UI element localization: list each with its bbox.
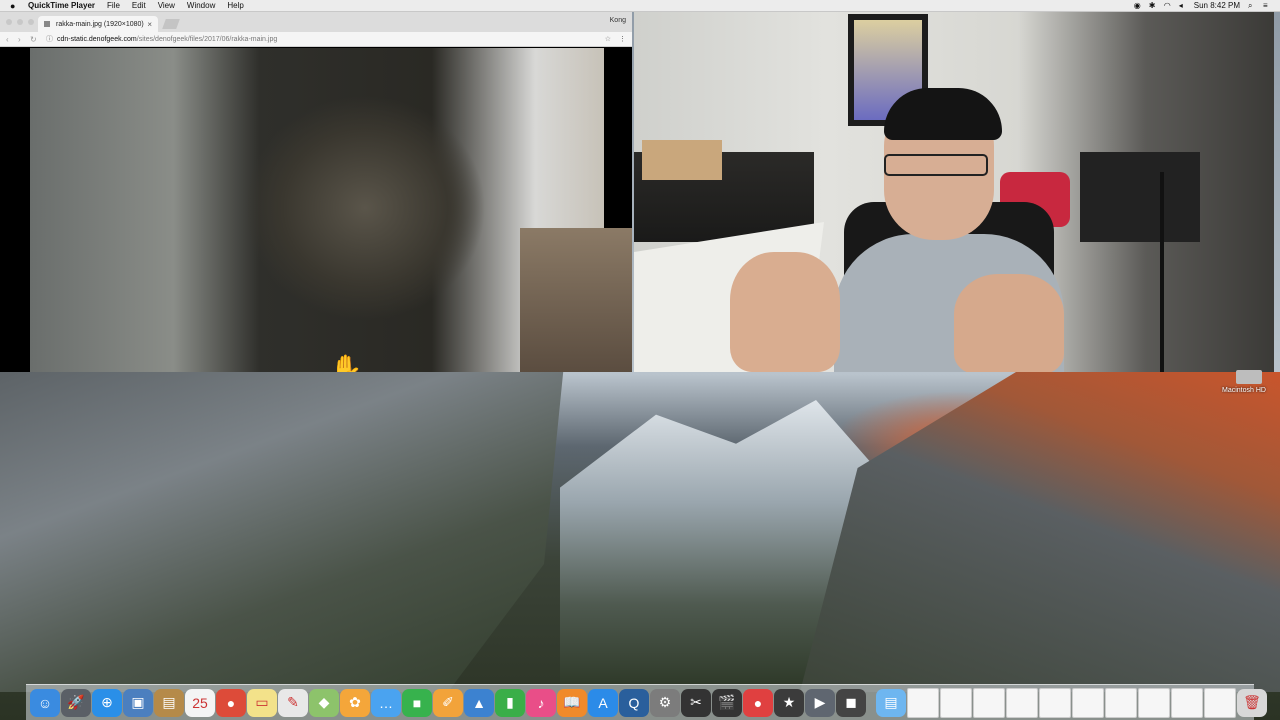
quicktime-icon[interactable]: Q: [619, 688, 649, 717]
apple-menu-icon[interactable]: ●: [10, 1, 20, 10]
clapper-icon[interactable]: 🎬: [712, 688, 742, 717]
document-icon-10[interactable]: [1204, 687, 1236, 718]
tab-close-icon[interactable]: ×: [147, 20, 152, 29]
bluetooth-icon[interactable]: ✱: [1149, 2, 1156, 10]
browser-menu-icon[interactable]: ⋮: [619, 35, 626, 43]
messages-icon[interactable]: …: [371, 688, 401, 717]
bookmark-star-icon[interactable]: ☆: [605, 35, 611, 43]
final-cut-icon[interactable]: ✂: [681, 688, 711, 717]
document-icon-4[interactable]: [1006, 687, 1038, 718]
document-icon-1[interactable]: [907, 687, 939, 718]
url-host: cdn-static.denofgeek.com: [57, 35, 137, 43]
browser-window: rakka-main.jpg (1920×1080) × Kong ‹ › ↻ …: [0, 12, 632, 372]
hard-drive-label[interactable]: Macintosh HD: [1222, 387, 1266, 394]
menu-window[interactable]: Window: [187, 1, 215, 10]
document-icon-6[interactable]: [1072, 687, 1104, 718]
wifi-icon[interactable]: ◠: [1164, 2, 1171, 10]
menu-help[interactable]: Help: [227, 1, 243, 10]
finder-icon[interactable]: ☺: [30, 688, 60, 717]
hat-icon[interactable]: ◼: [836, 688, 866, 717]
chrome-icon[interactable]: ●: [216, 688, 246, 717]
document-icon-8[interactable]: [1138, 687, 1170, 718]
itunes-icon[interactable]: ♪: [526, 688, 556, 717]
menu-view[interactable]: View: [158, 1, 175, 10]
pages-icon[interactable]: ✐: [433, 688, 463, 717]
record-status-icon[interactable]: ◉: [1134, 2, 1141, 10]
ibooks-icon[interactable]: 📖: [557, 688, 587, 717]
safari-icon[interactable]: ⊕: [92, 688, 122, 717]
preview-icon[interactable]: ▣: [123, 688, 153, 717]
close-window-button[interactable]: [6, 19, 12, 25]
webcam-video: [634, 12, 1274, 372]
image-rocks: [520, 228, 632, 372]
volume-icon[interactable]: ◂: [1179, 2, 1186, 10]
document-icon-2[interactable]: [940, 687, 972, 718]
numbers-icon[interactable]: ▮: [495, 688, 525, 717]
calendar-icon[interactable]: 25: [185, 688, 215, 717]
menu-file[interactable]: File: [107, 1, 120, 10]
system-prefs-icon[interactable]: ⚙: [650, 688, 680, 717]
presenter-right-hand: [954, 274, 1064, 372]
trash-icon[interactable]: 🗑: [1237, 688, 1267, 717]
zoom-window-button[interactable]: [28, 19, 34, 25]
notification-center-icon[interactable]: ≡: [1263, 2, 1270, 10]
record-icon[interactable]: ●: [743, 688, 773, 717]
page-viewport: ✋: [0, 48, 632, 372]
profile-name[interactable]: Kong: [610, 17, 626, 24]
spotlight-search-icon[interactable]: ⌕: [1248, 2, 1255, 10]
appstore-icon[interactable]: A: [588, 688, 618, 717]
browser-toolbar: ‹ › ↻ ⓘ cdn-static.denofgeek.com/sites/d…: [0, 32, 632, 47]
menu-extras: ◉ ✱ ◠ ◂ Sun 8:42 PM ⌕ ≡: [1134, 1, 1280, 10]
reload-icon[interactable]: ↻: [30, 35, 39, 44]
cardboard-box: [642, 140, 722, 180]
document-icon-5[interactable]: [1039, 687, 1071, 718]
presenter-glasses: [884, 154, 988, 176]
document-icon-7[interactable]: [1105, 687, 1137, 718]
textedit-icon[interactable]: ✎: [278, 688, 308, 717]
document-icon-3[interactable]: [973, 687, 1005, 718]
imovie-icon[interactable]: ★: [774, 688, 804, 717]
downloads-folder-icon[interactable]: ▤: [876, 688, 906, 717]
notes-icon[interactable]: ▤: [154, 688, 184, 717]
stickies-icon[interactable]: ▭: [247, 688, 277, 717]
presenter-left-hand: [730, 252, 840, 372]
oats-hand-logo-icon: ✋: [330, 353, 363, 372]
document-icon-9[interactable]: [1171, 687, 1203, 718]
back-icon[interactable]: ‹: [6, 35, 15, 44]
light-stand: [1160, 172, 1164, 372]
new-tab-button[interactable]: [162, 19, 180, 29]
tab-title: rakka-main.jpg (1920×1080): [56, 20, 144, 28]
launchpad-icon[interactable]: 🚀: [61, 688, 91, 717]
url-path: /sites/denofgeek/files/2017/06/rakka-mai…: [136, 35, 278, 43]
tab-rakka-image[interactable]: rakka-main.jpg (1920×1080) ×: [38, 16, 158, 32]
wallpaper-cliff-right: [800, 372, 1280, 692]
wallpaper-cliff-left: [0, 372, 564, 692]
window-controls: [6, 19, 34, 25]
menu-app-name[interactable]: QuickTime Player: [28, 1, 95, 10]
address-bar[interactable]: ⓘ cdn-static.denofgeek.com/sites/denofge…: [46, 34, 599, 44]
menu-clock[interactable]: Sun 8:42 PM: [1194, 1, 1240, 10]
facetime-icon[interactable]: ■: [402, 688, 432, 717]
hard-drive-icon[interactable]: [1236, 370, 1262, 384]
automator-icon[interactable]: ▶: [805, 688, 835, 717]
menu-edit[interactable]: Edit: [132, 1, 146, 10]
maps-icon[interactable]: ◆: [309, 688, 339, 717]
tab-strip: rakka-main.jpg (1920×1080) × Kong: [0, 12, 632, 32]
image-favicon-icon: [44, 21, 50, 27]
dock: ☺ 🚀 ⊕ ▣ ▤ 25 ● ▭ ✎ ◆ ✿… ■ ✐ ▲ ▮ ♪ 📖 A Q ⚙ ✂ 🎬 ● ★ ▶ ◼ ▤ 🗑: [26, 684, 1267, 720]
keynote-icon[interactable]: ▲: [464, 688, 494, 717]
minimize-window-button[interactable]: [17, 19, 23, 25]
softbox-light: [1080, 152, 1200, 242]
photos-icon[interactable]: ✿: [340, 688, 370, 717]
page-info-icon[interactable]: ⓘ: [46, 34, 53, 44]
rakka-creature-image: ✋: [30, 48, 632, 372]
forward-icon[interactable]: ›: [18, 35, 27, 44]
presenter-hair: [884, 88, 1002, 140]
menu-bar: ● QuickTime Player File Edit View Window…: [0, 0, 1280, 12]
